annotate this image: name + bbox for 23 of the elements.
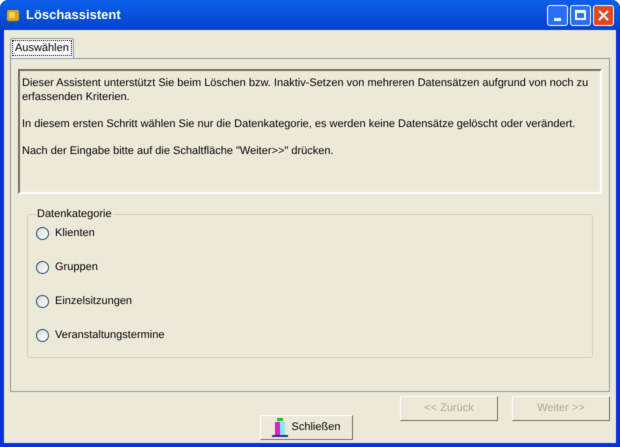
close-icon — [598, 10, 609, 20]
info-paragraph: In diesem ersten Schritt wählen Sie nur die Datenkategorie, es werden keine Datensätze gelöscht oder verändert. — [22, 117, 576, 131]
close-dialog-button[interactable]: Schließen — [260, 415, 352, 440]
close-button[interactable] — [593, 4, 614, 26]
info-paragraph: Dieser Assistent unterstützt Sie beim Löschen bzw. Inaktiv-Setzen von mehreren Datensätzen aufgrund von noch zu erfassenden Kriterien. — [22, 76, 590, 104]
group-title: Datenkategorie — [36, 207, 113, 222]
radio-button[interactable] — [36, 261, 49, 274]
door-icon — [272, 418, 288, 437]
radio-button[interactable] — [36, 295, 49, 308]
radio-button[interactable] — [36, 227, 49, 240]
radio-option[interactable]: Einzelsitzungen — [36, 294, 132, 308]
minimize-button[interactable] — [547, 4, 568, 26]
radio-button[interactable] — [36, 329, 49, 342]
minimize-icon — [554, 18, 561, 20]
maximize-icon — [575, 10, 586, 20]
window-title: Löschassistent — [26, 6, 121, 24]
maximize-button[interactable] — [570, 4, 591, 26]
radio-option[interactable]: Gruppen — [36, 260, 98, 274]
radio-option[interactable]: Klienten — [36, 226, 95, 240]
radio-option[interactable]: Veranstaltungstermine — [36, 328, 164, 342]
app-icon — [6, 8, 20, 22]
info-paragraph: Nach der Eingabe bitte auf die Schaltfläche "Weiter>>" drücken. — [22, 144, 335, 158]
tab[interactable]: Auswählen — [10, 38, 74, 58]
